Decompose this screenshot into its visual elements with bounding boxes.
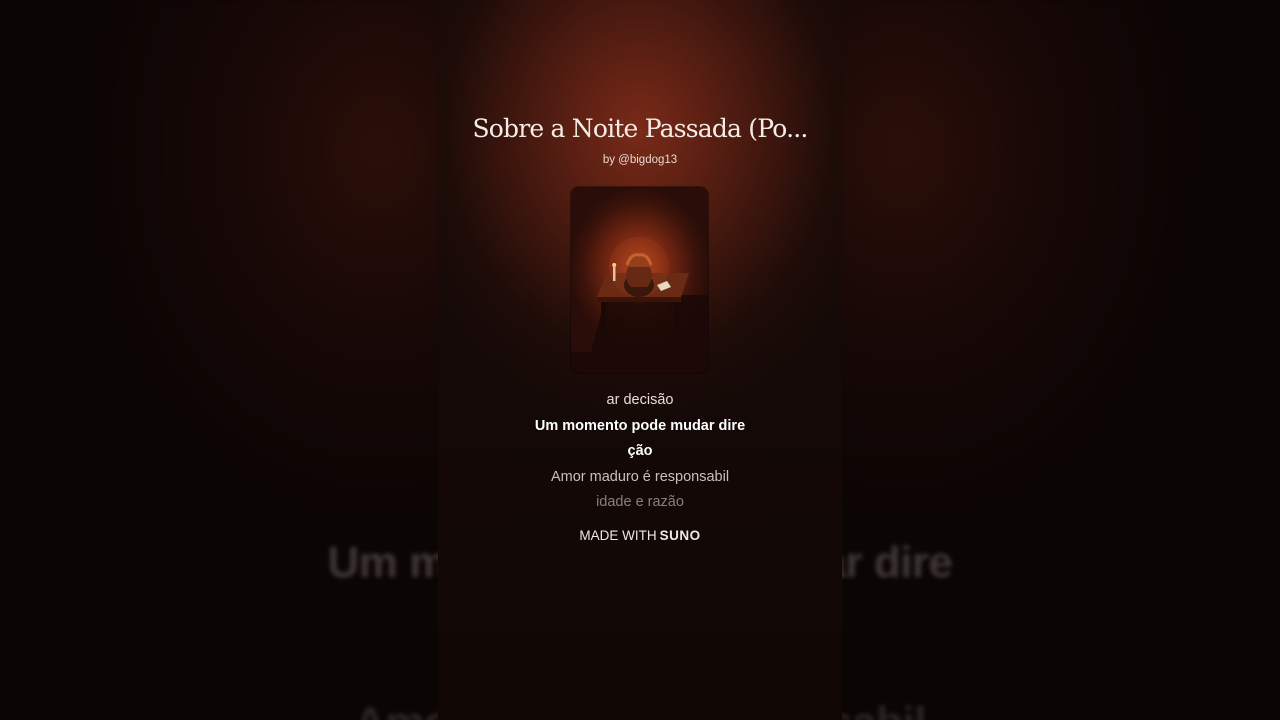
album-cover-image: [571, 187, 708, 373]
made-with-suno-credit: MADE WITH SUNO: [438, 528, 842, 543]
lyric-line-previous: ar decisão: [606, 392, 674, 408]
lyric-line-next-continued: idade e razão: [596, 494, 684, 510]
lyric-line-next: Amor maduro é responsabil: [550, 468, 730, 485]
lyric-line-current-continued: ção: [627, 443, 653, 459]
blurred-backdrop-left: [0, 0, 438, 720]
suno-brand-logo: SUNO: [659, 528, 701, 543]
lyric-line-current: Um momento pode mudar dire: [534, 417, 746, 434]
lyrics-block: ar decisão Um momento pode mudar dire çã…: [438, 389, 842, 517]
blurred-backdrop-right: [842, 0, 1280, 720]
lyric-card-panel: Sobre a Noite Passada (Po... by @bigdog1…: [438, 0, 842, 720]
song-artist: by @bigdog13: [602, 154, 678, 166]
video-frame: Um momento pode mudar dire Amor maduro é…: [0, 0, 1280, 720]
made-with-label: MADE WITH: [579, 528, 657, 543]
song-title: Sobre a Noite Passada (Po...: [472, 114, 808, 143]
